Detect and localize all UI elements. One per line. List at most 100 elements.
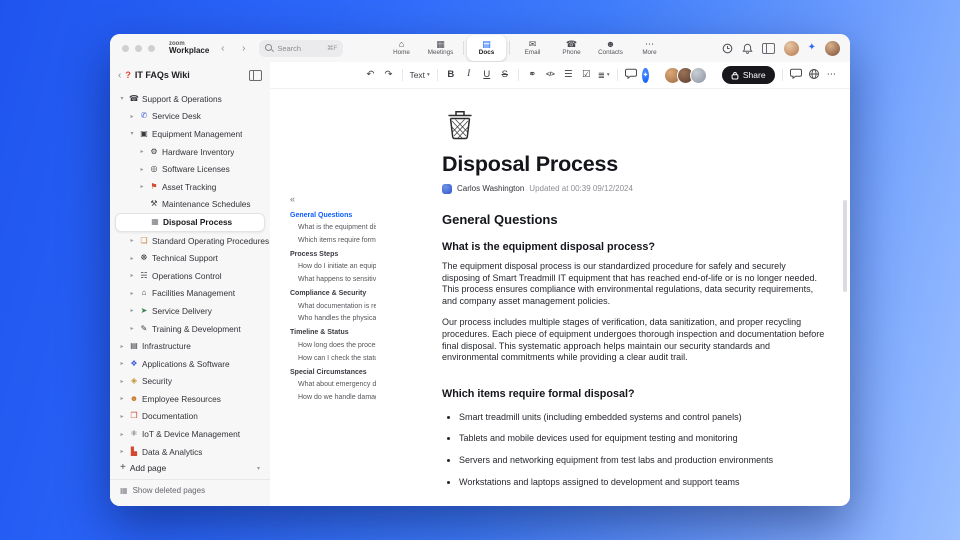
- nav-tab-meetings[interactable]: ▦ Meetings: [421, 35, 460, 61]
- sidebar-item-data-analytics[interactable]: ▸ ▙ Data & Analytics: [110, 443, 270, 461]
- sidebar-item-standard-operating-procedures[interactable]: ▸ ❏ Standard Operating Procedures: [110, 232, 270, 250]
- nav-tab-docs[interactable]: ▤ Docs: [467, 35, 506, 61]
- chevron-right-icon[interactable]: ▸: [128, 255, 136, 262]
- sidebar-item-employee-resources[interactable]: ▸ ☻ Employee Resources: [110, 390, 270, 408]
- toc-item[interactable]: What happens to sensitive ...: [290, 274, 376, 287]
- show-deleted-pages-button[interactable]: ▦ Show deleted pages: [110, 479, 270, 500]
- toc-section-process-steps[interactable]: Process Steps: [290, 249, 376, 262]
- underline-button[interactable]: U: [480, 70, 493, 80]
- chevron-right-icon[interactable]: ▸: [118, 448, 126, 455]
- panel-toggle-icon[interactable]: [761, 42, 775, 54]
- toc-collapse-icon[interactable]: «: [290, 194, 376, 208]
- toc-item[interactable]: How long does the process ...: [290, 340, 376, 353]
- chevron-right-icon[interactable]: ▸: [118, 343, 126, 350]
- nav-tab-phone[interactable]: ☎ Phone: [552, 35, 591, 61]
- trash-emoji-icon[interactable]: [442, 106, 478, 142]
- sidebar-item-security[interactable]: ▸ ◈ Security: [110, 373, 270, 391]
- bell-icon[interactable]: [741, 43, 753, 54]
- chevron-right-icon[interactable]: ▸: [128, 272, 136, 279]
- more-options-button[interactable]: ⋯: [825, 70, 838, 80]
- chevron-down-icon[interactable]: ▾: [128, 130, 136, 137]
- toc-item[interactable]: What documentation is req...: [290, 301, 376, 314]
- back-button[interactable]: ‹: [215, 43, 230, 54]
- toc-item[interactable]: How do we handle damage...: [290, 392, 376, 405]
- strikethrough-button[interactable]: S: [498, 70, 511, 80]
- toc-item[interactable]: How do I initiate an equipm...: [290, 261, 376, 274]
- sidebar-back-icon[interactable]: ‹: [118, 70, 121, 81]
- user-avatar[interactable]: [825, 40, 840, 56]
- chevron-right-icon[interactable]: ▸: [138, 166, 146, 173]
- sidebar-item-support-operations[interactable]: ▾ ☎ Support & Operations: [110, 90, 270, 108]
- bold-button[interactable]: B: [444, 70, 457, 80]
- chevron-right-icon[interactable]: ▸: [128, 237, 136, 244]
- maximize-window-button[interactable]: [148, 44, 155, 52]
- undo-button[interactable]: ↶: [364, 70, 377, 80]
- sidebar-item-disposal-process[interactable]: ▦ Disposal Process: [115, 213, 265, 232]
- minimize-window-button[interactable]: [135, 44, 142, 52]
- link-button[interactable]: ⚭: [526, 70, 539, 80]
- chevron-right-icon[interactable]: ▸: [118, 378, 126, 385]
- search-input[interactable]: Search ⌘F: [259, 39, 344, 57]
- sidebar-item-asset-tracking[interactable]: ▸ ⚑ Asset Tracking: [110, 178, 270, 196]
- toc-item[interactable]: What is the equipment disp...: [290, 222, 376, 235]
- add-page-button[interactable]: + Add page ▾: [110, 459, 270, 477]
- clock-icon[interactable]: [722, 43, 733, 54]
- bullet-list-button[interactable]: ☰: [562, 70, 575, 80]
- checklist-button[interactable]: ☑: [580, 70, 593, 80]
- comment-add-icon[interactable]: [624, 68, 637, 82]
- nav-tab-more[interactable]: ⋯ More: [630, 35, 669, 61]
- toc-section-compliance-security[interactable]: Compliance & Security: [290, 288, 376, 301]
- chevron-right-icon[interactable]: ▸: [118, 431, 126, 438]
- sidebar-item-equipment-management[interactable]: ▾ ▣ Equipment Management: [110, 125, 270, 143]
- chevron-right-icon[interactable]: ▸: [118, 395, 126, 402]
- nav-tab-home[interactable]: ⌂ Home: [382, 35, 421, 61]
- sidebar-item-hardware-inventory[interactable]: ▸ ⚙ Hardware Inventory: [110, 143, 270, 161]
- avatar[interactable]: [783, 40, 799, 56]
- sidebar-item-training-development[interactable]: ▸ ✎ Training & Development: [110, 320, 270, 338]
- chevron-down-icon[interactable]: ▾: [118, 95, 126, 102]
- scrollbar[interactable]: [843, 200, 847, 292]
- sidebar-item-technical-support[interactable]: ▸ ☸ Technical Support: [110, 249, 270, 267]
- share-button[interactable]: Share: [721, 66, 775, 84]
- toc-item[interactable]: What about emergency dis...: [290, 379, 376, 392]
- sidebar-item-operations-control[interactable]: ▸ ☵ Operations Control: [110, 267, 270, 285]
- toc-item[interactable]: Which items require formal ...: [290, 235, 376, 248]
- chevron-right-icon[interactable]: ▸: [118, 413, 126, 420]
- doc-title[interactable]: Disposal Process: [442, 152, 826, 177]
- sidebar-item-facilities-management[interactable]: ▸ ⌂ Facilities Management: [110, 285, 270, 303]
- chevron-right-icon[interactable]: ▸: [128, 325, 136, 332]
- chevron-down-icon[interactable]: ▾: [257, 465, 260, 472]
- toc-section-general-questions[interactable]: General Questions: [290, 210, 376, 223]
- redo-button[interactable]: ↷: [382, 70, 395, 80]
- sidebar-item-service-delivery[interactable]: ▸ ➤ Service Delivery: [110, 302, 270, 320]
- sidebar-item-software-licenses[interactable]: ▸ ◎ Software Licenses: [110, 160, 270, 178]
- toc-item[interactable]: How can I check the status ...: [290, 353, 376, 366]
- ai-companion-button[interactable]: ✦: [642, 67, 649, 83]
- chevron-right-icon[interactable]: ▸: [128, 290, 136, 297]
- sidebar-item-infrastructure[interactable]: ▸ ▤ Infrastructure: [110, 337, 270, 355]
- nav-tab-contacts[interactable]: ☻ Contacts: [591, 35, 630, 61]
- code-button[interactable]: </>: [544, 71, 557, 79]
- globe-icon[interactable]: [807, 68, 820, 83]
- avatar[interactable]: [689, 66, 707, 84]
- comment-icon[interactable]: [789, 68, 802, 82]
- close-window-button[interactable]: [122, 44, 129, 52]
- chevron-right-icon[interactable]: ▸: [128, 307, 136, 314]
- text-style-dropdown[interactable]: Text ▾: [409, 70, 429, 80]
- sidebar-item-iot-device-management[interactable]: ▸ ⚛ IoT & Device Management: [110, 425, 270, 443]
- chevron-right-icon[interactable]: ▸: [128, 113, 136, 120]
- chevron-right-icon[interactable]: ▸: [118, 360, 126, 367]
- sidebar-collapse-icon[interactable]: [249, 69, 262, 81]
- chevron-right-icon[interactable]: ▸: [138, 183, 146, 190]
- sidebar-item-applications-software[interactable]: ▸ ❖ Applications & Software: [110, 355, 270, 373]
- sidebar-item-documentation[interactable]: ▸ ❒ Documentation: [110, 408, 270, 426]
- italic-button[interactable]: I: [462, 70, 475, 80]
- nav-tab-email[interactable]: ✉ Email: [513, 35, 552, 61]
- forward-button[interactable]: ›: [236, 43, 251, 54]
- sidebar-item-maintenance-schedules[interactable]: ⚒ Maintenance Schedules: [110, 196, 270, 214]
- toc-section-special-circumstances[interactable]: Special Circumstances: [290, 367, 376, 380]
- chevron-right-icon[interactable]: ▸: [138, 148, 146, 155]
- ai-plus-icon[interactable]: ✦: [808, 43, 816, 53]
- sidebar-item-service-desk[interactable]: ▸ ✆ Service Desk: [110, 108, 270, 126]
- toc-section-timeline-status[interactable]: Timeline & Status: [290, 327, 376, 340]
